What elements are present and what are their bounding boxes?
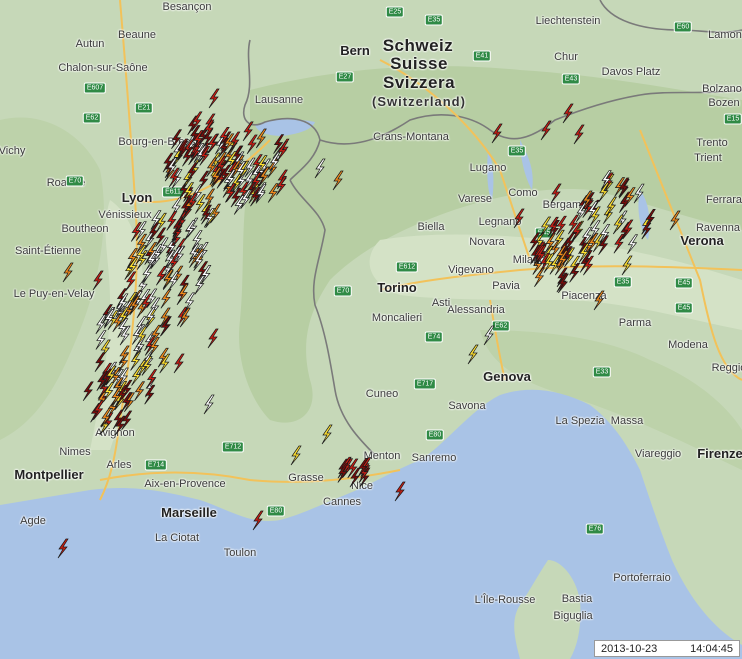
lightning-bolt-icon	[627, 234, 639, 255]
lightning-bolt-icon	[57, 538, 69, 559]
lightning-bolt-icon	[160, 288, 172, 309]
lightning-bolt-icon	[621, 255, 633, 276]
lightning-bolt-icon	[573, 124, 585, 145]
lightning-bolt-icon	[513, 208, 525, 229]
lightning-layer	[57, 88, 681, 559]
lightning-bolt-icon	[82, 381, 94, 402]
lightning-bolt-icon	[624, 187, 636, 207]
lightning-bolt-icon	[203, 394, 215, 415]
lightning-bolt-icon	[255, 128, 267, 149]
lightning-bolt-icon	[467, 344, 479, 365]
lightning-bolt-icon	[491, 123, 503, 144]
lightning-bolt-icon	[242, 121, 254, 142]
lightning-bolt-icon	[62, 262, 74, 283]
lightning-map[interactable]: Schweiz Suisse Svizzera (Switzerland) Ly…	[0, 0, 742, 659]
lightning-bolt-icon	[121, 410, 133, 431]
lightning-bolt-icon	[198, 170, 210, 191]
lightning-bolt-icon	[483, 325, 495, 346]
lightning-bolt-icon	[186, 162, 198, 183]
timestamp-time: 14:04:45	[690, 642, 733, 655]
lightning-bolt-icon	[94, 352, 106, 372]
timestamp-box: 2013-10-23 14:04:45	[594, 640, 740, 657]
lightning-bolt-icon	[134, 381, 146, 401]
lightning-bolt-icon	[314, 158, 326, 179]
lightning-bolt-icon	[290, 445, 302, 466]
lightning-bolt-icon	[540, 120, 552, 141]
lightning-bolt-icon	[173, 353, 185, 374]
lightning-bolt-icon	[593, 290, 605, 311]
lightning-bolt-icon	[550, 183, 562, 204]
lightning-bolt-icon	[267, 183, 279, 203]
lightning-bolt-icon	[321, 424, 333, 445]
lightning-bolt-icon	[131, 366, 143, 386]
lightning-bolt-icon	[246, 134, 258, 155]
timestamp-date: 2013-10-23	[601, 642, 658, 655]
lightning-bolt-icon	[669, 210, 681, 231]
lightning-bolt-icon	[207, 328, 219, 349]
lightning-bolt-icon	[540, 216, 552, 237]
lightning-bolt-icon	[613, 233, 625, 254]
lightning-bolt-icon	[332, 170, 344, 191]
lightning-bolt-icon	[394, 481, 406, 502]
lightning-bolt-icon	[633, 183, 645, 204]
lightning-bolt-icon	[92, 270, 104, 291]
lightning-bolt-icon	[562, 103, 574, 124]
lightning-bolt-icon	[252, 510, 264, 531]
lightning-bolt-icon	[208, 88, 220, 109]
lightning-bolt-icon	[141, 264, 153, 284]
